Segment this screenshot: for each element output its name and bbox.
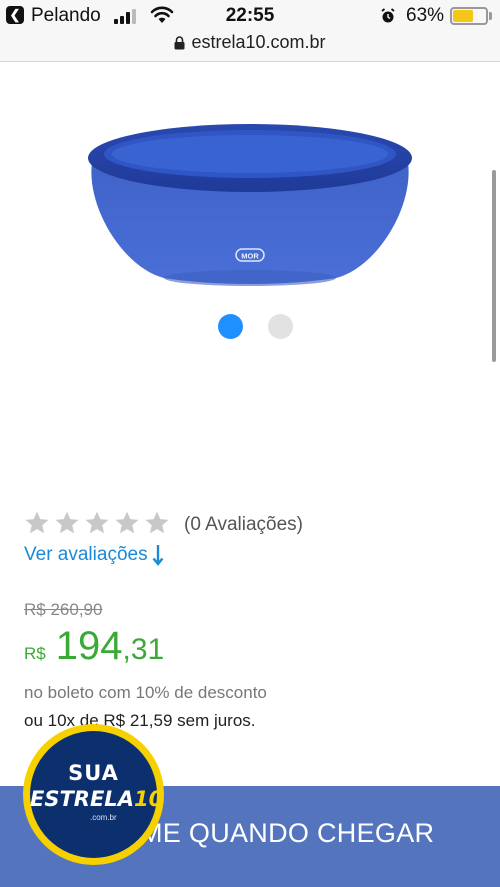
star-icon xyxy=(145,511,169,534)
lock-icon xyxy=(174,35,185,49)
rating-stars xyxy=(24,510,170,536)
price-currency: R$ xyxy=(24,644,46,663)
star-icon xyxy=(55,511,79,534)
badge-word: ESTRELA xyxy=(30,787,134,811)
carousel-dot-1[interactable] xyxy=(218,314,243,339)
url-text[interactable]: estrela10.com.br xyxy=(191,32,325,53)
badge-number: 10 xyxy=(133,787,164,811)
reviews-count: (0 Avaliações) xyxy=(184,514,303,535)
scrollbar[interactable] xyxy=(492,170,496,362)
price-decimal: ,31 xyxy=(122,633,165,666)
badge-domain: .com.br xyxy=(90,813,117,822)
old-price: R$ 260,90 xyxy=(24,600,103,619)
sua-estrela10-badge[interactable]: SUA ESTRELA10 .com.br xyxy=(23,724,164,865)
battery-level xyxy=(453,10,473,22)
star-icon xyxy=(115,511,139,534)
see-reviews-link[interactable]: Ver avaliações xyxy=(24,544,164,566)
carousel-dot-2[interactable] xyxy=(268,314,293,339)
battery-icon xyxy=(450,7,488,25)
star-icon xyxy=(25,511,49,534)
battery-percent: 63% xyxy=(406,5,445,26)
installments-text: ou 10x de R$ 21,59 sem juros. xyxy=(24,711,256,730)
current-price: R$ 194,31 xyxy=(24,624,164,669)
arrow-down-icon[interactable] xyxy=(152,544,164,566)
badge-inner: SUA ESTRELA10 .com.br xyxy=(30,731,163,858)
badge-line-estrela: ESTRELA10 xyxy=(30,787,163,811)
price-integer: 194 xyxy=(55,624,123,668)
see-reviews-label[interactable]: Ver avaliações xyxy=(24,544,148,566)
badge-line-sua: SUA xyxy=(68,761,119,785)
url-bar[interactable]: estrela10.com.br xyxy=(0,30,500,62)
star-icon xyxy=(85,511,109,534)
notify-me-label[interactable]: ME QUANDO CHEGAR xyxy=(140,818,434,849)
boleto-discount-text: no boleto com 10% de desconto xyxy=(24,683,267,702)
product-brand-mark: MOR xyxy=(241,252,259,261)
alarm-icon xyxy=(381,8,395,23)
battery-cap xyxy=(489,12,492,20)
product-image[interactable]: MOR xyxy=(84,118,416,290)
status-bar: ❮ Pelando 22:55 63% xyxy=(0,0,500,30)
